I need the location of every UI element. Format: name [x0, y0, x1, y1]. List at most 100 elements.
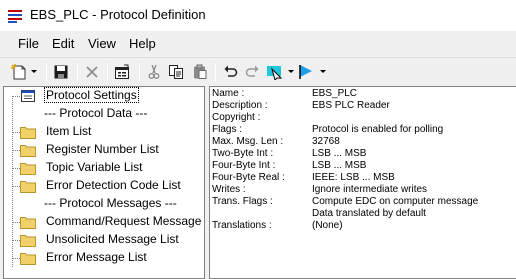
toolbar [0, 57, 516, 85]
property-row: Trans. Flags : Compute EDC on computer m… [210, 196, 515, 208]
tree-connector [13, 132, 20, 133]
content-area: Protocol Settings --- Protocol Data --- … [0, 85, 516, 279]
tree-connector [13, 168, 20, 169]
property-value: EBS_PLC [312, 88, 358, 99]
tree-header-protocol-messages[interactable]: --- Protocol Messages --- [4, 195, 204, 213]
property-key: Four-Byte Real : [212, 172, 285, 183]
tree-item-label: Error Detection Code List [46, 178, 181, 192]
property-row: Data translated by default [210, 208, 515, 220]
property-value: IEEE: LSB ... MSB [312, 172, 395, 183]
undo-button[interactable] [220, 62, 240, 82]
tree-item-label: Topic Variable List [46, 160, 143, 174]
folder-icon [20, 217, 36, 229]
menu-view[interactable]: View [88, 36, 116, 51]
tree-item-label: Command/Request Message [46, 214, 202, 228]
tree-item-error-detection-code-list[interactable]: Error Detection Code List [4, 177, 204, 195]
property-row: Description : EBS PLC Reader [210, 100, 515, 112]
property-row: Writes : Ignore intermediate writes [210, 184, 515, 196]
folder-icon [20, 127, 36, 139]
tree-item-register-number-list[interactable]: Register Number List [4, 141, 204, 159]
property-value: LSB ... MSB [312, 148, 367, 159]
property-key: Name : [212, 88, 245, 99]
property-value: Protocol is enabled for polling [312, 124, 444, 135]
tree-connector [13, 222, 20, 223]
cut-icon [148, 64, 160, 79]
details-pane: Name : EBS_PLC Description : EBS PLC Rea… [209, 86, 516, 279]
property-row: Max. Msg. Len : 32768 [210, 136, 515, 148]
folder-icon [20, 145, 36, 157]
new-button[interactable] [10, 62, 40, 82]
paste-button[interactable] [190, 62, 210, 82]
redo-icon [245, 65, 259, 77]
tree-item-command-request-message[interactable]: Command/Request Message [4, 213, 204, 231]
flag-button[interactable] [298, 62, 328, 82]
tree-header-label: --- Protocol Messages --- [44, 196, 177, 210]
property-value: LSB ... MSB [312, 160, 367, 171]
select-button[interactable] [266, 62, 296, 82]
property-value: 32768 [312, 136, 340, 147]
tree-item-item-list[interactable]: Item List [4, 123, 204, 141]
paste-icon [194, 64, 207, 79]
tree-item-label: Item List [46, 124, 92, 138]
menu-help[interactable]: Help [129, 36, 156, 51]
property-row: Two-Byte Int : LSB ... MSB [210, 148, 515, 160]
save-button[interactable] [51, 62, 71, 82]
tree-item-protocol-settings[interactable]: Protocol Settings [4, 87, 204, 105]
folder-icon [20, 181, 36, 193]
undo-icon [224, 65, 238, 77]
tree-connector [13, 96, 20, 97]
tree-item-label: Protocol Settings [44, 87, 139, 103]
property-key: Translations : [212, 220, 272, 231]
settings-icon [21, 90, 35, 102]
new-icon [11, 64, 37, 80]
tree-connector [13, 150, 20, 151]
menu-edit[interactable]: Edit [52, 36, 74, 51]
property-row: Four-Byte Int : LSB ... MSB [210, 160, 515, 172]
toolbar-separator [215, 63, 216, 81]
tree-connector [13, 240, 20, 241]
title-bar: EBS_PLC - Protocol Definition [0, 0, 516, 31]
app-icon [8, 10, 22, 23]
tree-header-protocol-data[interactable]: --- Protocol Data --- [4, 105, 204, 123]
toolbar-separator [77, 63, 78, 81]
property-value: (None) [312, 220, 343, 231]
property-key: Max. Msg. Len : [212, 136, 284, 147]
save-icon [54, 65, 68, 79]
folder-icon [20, 253, 36, 265]
toolbar-separator [139, 63, 140, 81]
property-value: Compute EDC on computer message [312, 196, 479, 207]
delete-button[interactable] [82, 62, 102, 82]
menu-file[interactable]: File [18, 36, 39, 51]
property-key: Copyright : [212, 112, 261, 123]
cut-button[interactable] [144, 62, 164, 82]
properties-icon [115, 64, 129, 79]
delete-icon [86, 66, 98, 78]
property-key: Four-Byte Int : [212, 160, 276, 171]
property-value: Ignore intermediate writes [312, 184, 428, 195]
property-key: Two-Byte Int : [212, 148, 274, 159]
tree-item-label: Register Number List [46, 142, 159, 156]
protocol-tree[interactable]: Protocol Settings --- Protocol Data --- … [3, 86, 205, 279]
tree-connector [13, 258, 20, 259]
tree-item-error-message-list[interactable]: Error Message List [4, 249, 204, 267]
tree-item-label: Unsolicited Message List [46, 232, 179, 246]
tree-item-unsolicited-message-list[interactable]: Unsolicited Message List [4, 231, 204, 249]
folder-icon [20, 163, 36, 175]
property-row: Copyright : [210, 112, 515, 124]
copy-button[interactable] [166, 62, 186, 82]
menu-bar: File Edit View Help [0, 31, 516, 57]
select-icon [267, 66, 294, 80]
tree-connector [13, 186, 20, 187]
property-row: Flags : Protocol is enabled for polling [210, 124, 515, 136]
redo-button[interactable] [243, 62, 263, 82]
toolbar-separator [46, 63, 47, 81]
properties-button[interactable] [112, 62, 132, 82]
property-key: Writes : [212, 184, 246, 195]
property-key: Description : [212, 100, 268, 111]
tree-item-topic-variable-list[interactable]: Topic Variable List [4, 159, 204, 177]
property-value: Data translated by default [312, 208, 426, 219]
property-key: Flags : [212, 124, 243, 135]
property-key: Trans. Flags : [212, 196, 273, 207]
property-row: Translations : (None) [210, 220, 515, 232]
toolbar-separator [107, 63, 108, 81]
